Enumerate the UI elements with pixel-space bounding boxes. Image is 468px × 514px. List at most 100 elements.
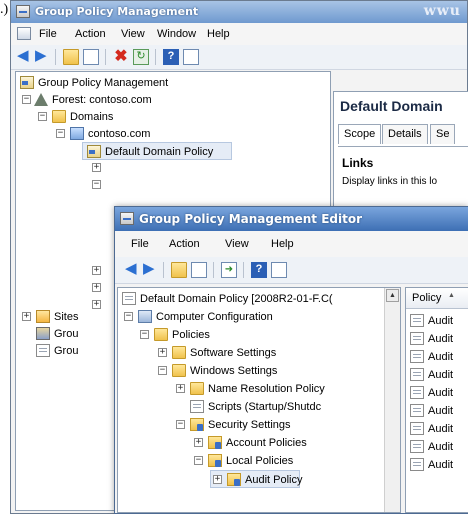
properties-icon[interactable]: [271, 262, 287, 278]
gpm-menu-window[interactable]: Window: [157, 28, 196, 40]
gpm-menu-action[interactable]: Action: [75, 28, 106, 40]
gpme-menu-file[interactable]: File: [131, 238, 149, 250]
tree-item-gpm-root[interactable]: Group Policy Management: [16, 74, 216, 92]
up-folder-icon[interactable]: [63, 49, 79, 65]
policy-setting-icon: [410, 368, 424, 381]
list-item-label: Audit: [428, 423, 454, 435]
collapse-icon[interactable]: −: [38, 112, 47, 121]
tree-item-domains[interactable]: − Domains: [16, 108, 216, 126]
tree-item-computer-configuration[interactable]: − Computer Configuration: [118, 308, 388, 326]
list-item[interactable]: Audit: [408, 384, 468, 402]
tree-vertical-scrollbar[interactable]: ▲: [384, 288, 400, 512]
refresh-icon[interactable]: ↻: [133, 49, 149, 65]
up-folder-icon[interactable]: [171, 262, 187, 278]
tree-item-security-settings[interactable]: − Security Settings: [118, 416, 388, 434]
back-arrow-icon[interactable]: ◀: [17, 48, 33, 65]
folder-icon: [154, 328, 168, 341]
tree-item-name-resolution-policy[interactable]: + Name Resolution Policy: [118, 380, 388, 398]
policy-setting-icon: [410, 404, 424, 417]
gpm-menu-help[interactable]: Help: [207, 28, 230, 40]
tab-scope[interactable]: Scope: [338, 124, 382, 144]
tree-item-hidden-2[interactable]: −: [16, 176, 136, 194]
help-icon[interactable]: ?: [163, 49, 179, 65]
policy-setting-icon: [410, 440, 424, 453]
expand-icon[interactable]: +: [92, 163, 101, 172]
expand-icon[interactable]: +: [213, 475, 222, 484]
collapse-icon[interactable]: −: [158, 366, 167, 375]
tree-item-label: Security Settings: [208, 419, 291, 431]
tree-item-scripts[interactable]: Scripts (Startup/Shutdc: [118, 398, 388, 416]
tree-item-local-policies[interactable]: − Local Policies: [118, 452, 388, 470]
expand-icon[interactable]: +: [194, 438, 203, 447]
gpme-menu-help[interactable]: Help: [271, 238, 294, 250]
gpme-menu-view[interactable]: View: [225, 238, 249, 250]
tree-item-hidden-1[interactable]: +: [16, 159, 136, 177]
tree-item-windows-settings[interactable]: − Windows Settings: [118, 362, 388, 380]
list-item[interactable]: Audit: [408, 402, 468, 420]
expand-icon[interactable]: +: [158, 348, 167, 357]
properties-icon[interactable]: [183, 49, 199, 65]
tree-item-account-policies[interactable]: + Account Policies: [118, 434, 388, 452]
list-item-label: Audit: [428, 351, 454, 363]
collapse-icon[interactable]: −: [92, 180, 101, 189]
expand-icon[interactable]: +: [92, 283, 101, 292]
collapse-icon[interactable]: −: [194, 456, 203, 465]
tree-item-hidden-4[interactable]: +: [16, 279, 116, 297]
gpm-titlebar[interactable]: Group Policy Management wwu: [11, 1, 467, 23]
expand-icon[interactable]: +: [22, 312, 31, 321]
tree-item-label: Local Policies: [226, 455, 294, 467]
security-settings-icon: [190, 418, 204, 431]
forward-arrow-icon[interactable]: ▶: [35, 48, 51, 65]
tab-settings[interactable]: Se: [430, 124, 456, 144]
collapse-icon[interactable]: −: [124, 312, 133, 321]
tree-item-group-policy-modeling[interactable]: Grou: [16, 325, 116, 343]
list-item[interactable]: Audit: [408, 438, 468, 456]
tree-item-policies[interactable]: − Policies: [118, 326, 388, 344]
details-title: Default Domain: [340, 98, 443, 114]
collapse-icon[interactable]: −: [140, 330, 149, 339]
back-arrow-icon[interactable]: ◀: [125, 261, 141, 278]
tree-item-software-settings[interactable]: + Software Settings: [118, 344, 388, 362]
tree-item-audit-policy[interactable]: + Audit Policy: [210, 470, 303, 488]
show-hide-tree-icon[interactable]: [83, 49, 99, 65]
list-item[interactable]: Audit: [408, 420, 468, 438]
tree-item-contoso[interactable]: − contoso.com: [16, 125, 216, 143]
policy-setting-icon: [410, 350, 424, 363]
show-hide-tree-icon[interactable]: [191, 262, 207, 278]
list-item[interactable]: Audit: [408, 348, 468, 366]
gpm-toolbar: ◀ ▶ ✖ ↻ ?: [11, 45, 467, 70]
forward-arrow-icon[interactable]: ▶: [143, 261, 159, 278]
list-item[interactable]: Audit: [408, 312, 468, 330]
tab-details[interactable]: Details: [382, 124, 428, 144]
tree-item-hidden-3[interactable]: +: [16, 262, 116, 280]
tree-item-sites[interactable]: + Sites: [16, 308, 116, 326]
gpm-menu-view[interactable]: View: [121, 28, 145, 40]
list-item-label: Audit: [428, 315, 454, 327]
scroll-up-arrow-icon[interactable]: ▲: [386, 289, 399, 302]
tree-item-label: Audit Policy: [245, 474, 303, 486]
export-list-icon[interactable]: ➜: [221, 262, 237, 278]
toolbar-separator: [155, 49, 156, 65]
gpme-titlebar[interactable]: Group Policy Management Editor: [115, 207, 468, 231]
delete-x-icon[interactable]: ✖: [113, 49, 129, 65]
collapse-icon[interactable]: −: [176, 420, 185, 429]
tree-item-group-policy-results[interactable]: Grou: [16, 342, 116, 360]
tree-item-forest[interactable]: − Forest: contoso.com: [16, 91, 216, 109]
titlebar-right-text: wwu: [423, 3, 461, 19]
expand-icon[interactable]: +: [92, 266, 101, 275]
list-item[interactable]: Audit: [408, 456, 468, 474]
tree-item-label: Grou: [54, 345, 79, 357]
gpme-menu-action[interactable]: Action: [169, 238, 200, 250]
tree-item-policy-root[interactable]: Default Domain Policy [2008R2-01-F.C(: [118, 290, 388, 308]
list-item[interactable]: Audit: [408, 330, 468, 348]
collapse-icon[interactable]: −: [22, 95, 31, 104]
help-icon[interactable]: ?: [251, 262, 267, 278]
tree-item-default-domain-policy[interactable]: Default Domain Policy: [82, 142, 232, 160]
gpm-menu-file[interactable]: File: [39, 28, 57, 40]
collapse-icon[interactable]: −: [56, 129, 65, 138]
list-item-label: Audit: [428, 369, 454, 381]
stray-text: .): [0, 2, 9, 17]
list-item[interactable]: Audit: [408, 366, 468, 384]
list-header[interactable]: Policy ▲: [406, 288, 468, 309]
expand-icon[interactable]: +: [176, 384, 185, 393]
